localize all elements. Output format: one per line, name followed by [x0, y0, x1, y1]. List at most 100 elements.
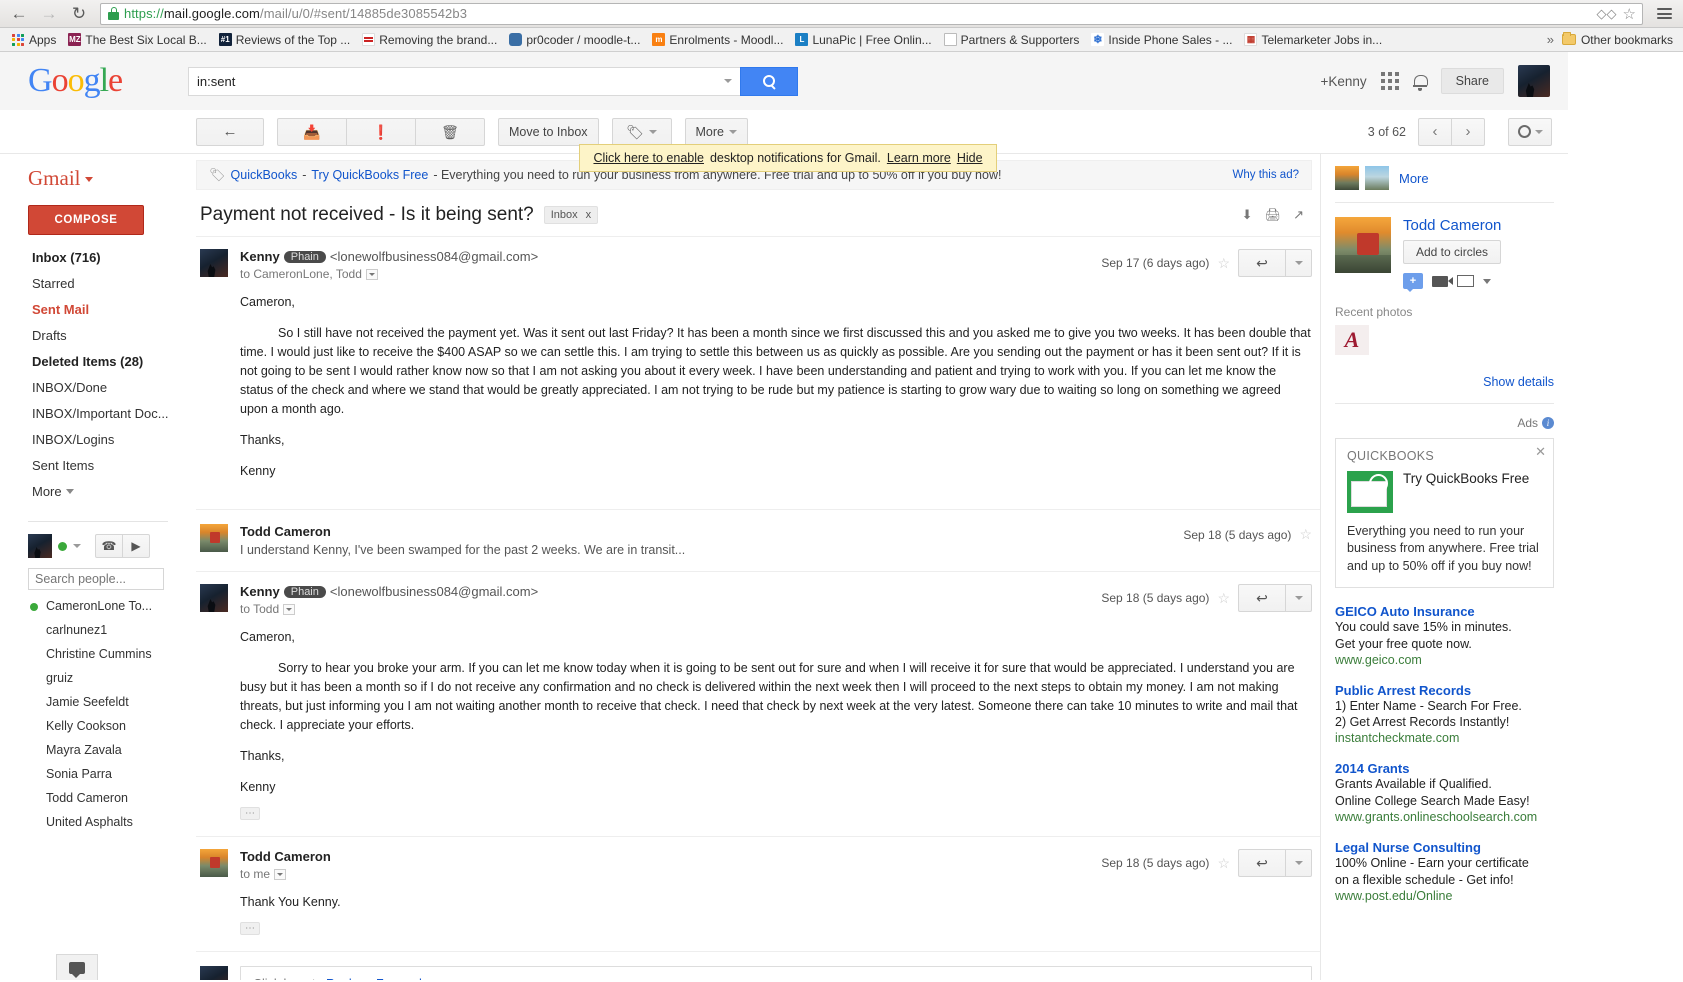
bookmark-4[interactable]: pr0coder / moodle-t... [503, 30, 646, 50]
forward-link[interactable]: Forward [376, 977, 422, 980]
next-button[interactable]: › [1451, 117, 1485, 146]
bookmark-2[interactable]: #1 Reviews of the Top ... [213, 30, 357, 50]
bookmark-star-icon[interactable]: ☆ [1623, 5, 1636, 23]
sidebar-item-sent-items[interactable]: Sent Items [28, 453, 196, 479]
phone-call-icon[interactable]: ☎ [95, 534, 123, 558]
labels-button[interactable]: 🏷 [611, 117, 672, 146]
chat-contact-todd-cameron[interactable]: Todd Cameron [28, 786, 188, 810]
close-x-icon[interactable]: ✕ [1535, 444, 1546, 460]
other-bookmarks-folder[interactable]: Other bookmarks [1561, 32, 1677, 47]
message-2[interactable]: Todd Cameron I understand Kenny, I've be… [196, 509, 1320, 571]
bookmark-apps[interactable]: Apps [6, 30, 62, 50]
ad-headline-link[interactable]: Try QuickBooks Free [311, 168, 428, 182]
details-chevron-icon[interactable] [283, 603, 296, 615]
sidebar-item-deleted-items[interactable]: Deleted Items (28) [28, 349, 196, 375]
sidebar-more-button[interactable]: More [28, 479, 196, 505]
back-arrow-icon[interactable]: ← [6, 2, 32, 26]
move-to-inbox-button[interactable]: Move to Inbox [498, 117, 599, 146]
search-options-chevron-icon[interactable] [724, 79, 732, 83]
reply-link[interactable]: Reply [326, 977, 358, 980]
apps-grid-icon[interactable] [1380, 72, 1399, 90]
compose-button[interactable]: COMPOSE [28, 205, 144, 235]
why-this-ad-link[interactable]: Why this ad? [1233, 169, 1299, 181]
settings-button[interactable] [1508, 117, 1552, 146]
chat-contact-cameronlone[interactable]: CameronLone To... [28, 594, 188, 618]
address-bar[interactable]: https://mail.google.com/mail/u/0/#sent/1… [100, 2, 1643, 25]
delete-button[interactable]: 🗑 [415, 117, 485, 146]
message-3[interactable]: Kenny Phain <lonewolfbusiness084@gmail.com… [196, 571, 1320, 836]
reply-button[interactable]: ↩ [1238, 249, 1286, 277]
ad-title[interactable]: GEICO Auto Insurance [1335, 604, 1554, 619]
share-button[interactable]: Share [1440, 68, 1504, 94]
archive-button[interactable]: 📥 [277, 117, 347, 146]
info-icon[interactable]: i [1542, 417, 1554, 429]
chevron-down-icon[interactable] [1483, 278, 1491, 284]
photo-thumbnail[interactable] [1365, 166, 1389, 190]
bookmark-5[interactable]: m Enrolments - Moodl... [646, 30, 789, 50]
search-button[interactable] [740, 66, 798, 96]
star-icon[interactable]: ☆ [1217, 255, 1230, 272]
gmail-dropdown[interactable]: Gmail [28, 154, 196, 205]
chat-contact-jamie-seefeldt[interactable]: Jamie Seefeldt [28, 690, 188, 714]
sidebar-item-inbox-important-doc[interactable]: INBOX/Important Doc... [28, 401, 196, 427]
google-plus-link[interactable]: +Kenny [1320, 74, 1366, 89]
bookmark-6[interactable]: L LunaPic | Free Onlin... [789, 30, 937, 50]
sidebar-item-inbox-done[interactable]: INBOX/Done [28, 375, 196, 401]
photo-thumbnail[interactable] [1335, 166, 1359, 190]
notifications-bell-icon[interactable] [1412, 74, 1428, 91]
chevron-down-icon[interactable] [73, 544, 81, 548]
close-icon[interactable]: x [586, 209, 592, 221]
more-photos-link[interactable]: More [1399, 171, 1429, 186]
text-ad-2014-grants[interactable]: 2014 Grants Grants Available if Qualifie… [1335, 761, 1554, 824]
print-icon[interactable]: 🖨 [1265, 207, 1282, 223]
back-to-list-button[interactable]: ← [196, 117, 264, 146]
sidebar-item-inbox-logins[interactable]: INBOX/Logins [28, 427, 196, 453]
status-badge[interactable]: Inbox x [543, 206, 599, 224]
recent-photo-thumbnail[interactable]: A [1335, 325, 1369, 355]
ad-title[interactable]: 2014 Grants [1335, 761, 1554, 776]
video-camera-icon[interactable]: ▶ [122, 534, 150, 558]
star-icon[interactable]: ☆ [1299, 526, 1312, 543]
chat-contact-kelly-cookson[interactable]: Kelly Cookson [28, 714, 188, 738]
reply-input[interactable]: Click here to Reply or Forward [240, 966, 1312, 980]
reload-icon[interactable]: ↻ [66, 2, 92, 26]
bookmark-1[interactable]: MZ The Best Six Local B... [62, 30, 212, 50]
show-details-link[interactable]: Show details [1335, 375, 1554, 389]
search-box[interactable] [188, 66, 740, 96]
chat-window-button[interactable] [56, 954, 98, 980]
star-icon[interactable]: ☆ [1217, 590, 1230, 607]
bookmark-7[interactable]: Partners & Supporters [938, 30, 1086, 50]
more-button[interactable]: More [684, 117, 748, 146]
bookmark-3[interactable]: Removing the brand... [356, 30, 503, 50]
show-trimmed-content-button[interactable]: ⋯ [240, 922, 260, 935]
ad-headline[interactable]: Try QuickBooks Free [1403, 471, 1529, 488]
chat-contact-united-asphalts[interactable]: United Asphalts [28, 810, 188, 834]
enable-notifications-link[interactable]: Click here to enable [593, 151, 703, 165]
previous-button[interactable]: ‹ [1418, 117, 1452, 146]
text-ad-legal-nurse-consulting[interactable]: Legal Nurse Consulting 100% Online - Ear… [1335, 840, 1554, 903]
contact-photo[interactable] [1335, 217, 1391, 273]
quickbooks-ad[interactable]: ✕ QUICKBOOKS Try QuickBooks Free Everyth… [1335, 438, 1554, 588]
show-trimmed-content-button[interactable]: ⋯ [240, 807, 260, 820]
search-input[interactable] [197, 73, 724, 89]
reply-button[interactable]: ↩ [1238, 849, 1286, 877]
text-ad-geico[interactable]: GEICO Auto Insurance You could save 15% … [1335, 604, 1554, 667]
more-options-button[interactable] [1286, 584, 1312, 612]
email-icon[interactable] [1457, 275, 1474, 287]
bookmark-9[interactable]: ▦ Telemarketer Jobs in... [1238, 30, 1388, 50]
open-in-new-window-icon[interactable]: ↗ [1293, 207, 1304, 223]
ad-advertiser-link[interactable]: QuickBooks [231, 168, 298, 182]
avatar[interactable] [28, 534, 52, 558]
extension-icon[interactable]: ◇◇ [1597, 6, 1617, 22]
sidebar-item-sent-mail[interactable]: Sent Mail [28, 297, 196, 323]
add-person-icon[interactable]: + [1403, 273, 1423, 292]
chat-contact-mayra-zavala[interactable]: Mayra Zavala [28, 738, 188, 762]
video-camera-icon[interactable] [1432, 275, 1453, 287]
reply-button[interactable]: ↩ [1238, 584, 1286, 612]
online-status-dot[interactable] [58, 541, 67, 551]
add-to-circles-button[interactable]: Add to circles [1403, 240, 1502, 264]
star-icon[interactable]: ☆ [1217, 855, 1230, 872]
ad-title[interactable]: Legal Nurse Consulting [1335, 840, 1554, 855]
text-ad-public-arrest-records[interactable]: Public Arrest Records 1) Enter Name - Se… [1335, 683, 1554, 746]
learn-more-link[interactable]: Learn more [887, 151, 951, 165]
